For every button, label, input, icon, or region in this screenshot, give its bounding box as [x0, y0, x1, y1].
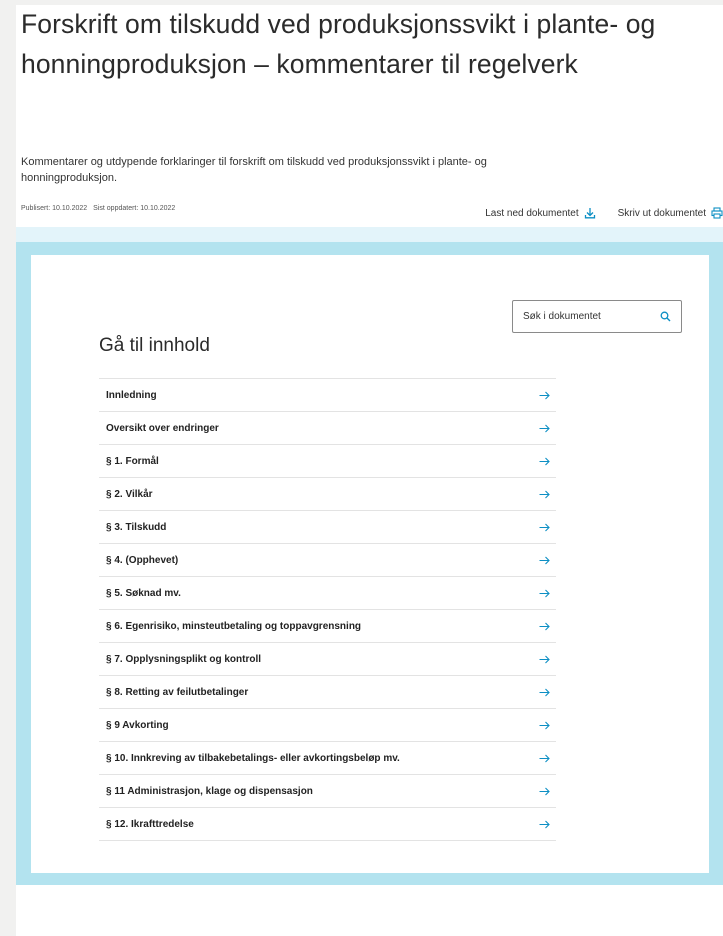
search-icon[interactable]	[660, 311, 671, 322]
page-gutter	[0, 0, 16, 936]
arrow-right-icon	[539, 589, 550, 598]
toc-item-label: § 9 Avkorting	[106, 719, 169, 731]
arrow-right-icon	[539, 754, 550, 763]
toc-item-label: § 10. Innkreving av tilbakebetalings- el…	[106, 752, 400, 764]
arrow-right-icon	[539, 424, 550, 433]
toc-heading: Gå til innhold	[99, 335, 210, 356]
toc-item[interactable]: § 10. Innkreving av tilbakebetalings- el…	[99, 742, 556, 775]
arrow-right-icon	[539, 655, 550, 664]
arrow-right-icon	[539, 721, 550, 730]
toc-item[interactable]: § 8. Retting av feilutbetalinger	[99, 676, 556, 709]
toc-item-label: Oversikt over endringer	[106, 422, 219, 434]
toc-item[interactable]: § 7. Opplysningsplikt og kontroll	[99, 643, 556, 676]
section-band	[16, 227, 723, 242]
arrow-right-icon	[539, 820, 550, 829]
print-label: Skriv ut dokumentet	[617, 207, 706, 219]
arrow-right-icon	[539, 787, 550, 796]
toc-panel-body: Gå til innhold Innledning Oversikt over …	[31, 255, 709, 873]
toc-item-label: § 1. Formål	[106, 455, 159, 467]
arrow-right-icon	[539, 556, 550, 565]
toc-item[interactable]: § 6. Egenrisiko, minsteutbetaling og top…	[99, 610, 556, 643]
arrow-right-icon	[539, 391, 550, 400]
document-actions: Last ned dokumentet Skriv ut dokumentet	[485, 206, 723, 220]
arrow-right-icon	[539, 457, 550, 466]
toc-panel: Gå til innhold Innledning Oversikt over …	[16, 242, 723, 885]
toc-item[interactable]: § 2. Vilkår	[99, 478, 556, 511]
toc-item-label: § 11 Administrasjon, klage og dispensasj…	[106, 785, 313, 797]
toc-item-label: Innledning	[106, 389, 157, 401]
toc-item[interactable]: Innledning	[99, 379, 556, 412]
toc-item-label: § 8. Retting av feilutbetalinger	[106, 686, 249, 698]
arrow-right-icon	[539, 490, 550, 499]
toc-item[interactable]: Oversikt over endringer	[99, 412, 556, 445]
toc-item-label: § 6. Egenrisiko, minsteutbetaling og top…	[106, 620, 362, 632]
toc-item-label: § 3. Tilskudd	[106, 521, 167, 533]
toc-item[interactable]: § 11 Administrasjon, klage og dispensasj…	[99, 775, 556, 808]
document-meta: Publisert: 10.10.2022 Sist oppdatert: 10.…	[21, 205, 175, 212]
toc-item[interactable]: § 4. (Opphevet)	[99, 544, 556, 577]
arrow-right-icon	[539, 688, 550, 697]
page-title: Forskrift om tilskudd ved produksjonssvi…	[21, 9, 656, 79]
arrow-right-icon	[539, 622, 550, 631]
document-search	[512, 300, 682, 333]
toc-item[interactable]: § 5. Søknad mv.	[99, 577, 556, 610]
updated-date: Sist oppdatert: 10.10.2022	[93, 205, 176, 212]
print-document-link[interactable]: Skriv ut dokumentet	[618, 206, 723, 220]
download-icon	[584, 208, 595, 219]
toc-item-label: § 2. Vilkår	[106, 488, 153, 500]
toc-item-label: § 12. Ikrafttredelse	[106, 818, 194, 830]
toc-item[interactable]: § 1. Formål	[99, 445, 556, 478]
download-document-link[interactable]: Last ned dokumentet	[485, 206, 595, 220]
toc-list: Innledning Oversikt over endringer § 1. …	[99, 378, 556, 841]
published-date: Publisert: 10.10.2022	[21, 205, 88, 212]
document-lead: Kommentarer og utdypende forklaringer ti…	[21, 156, 487, 184]
arrow-right-icon	[539, 523, 550, 532]
download-label: Last ned dokumentet	[485, 207, 579, 219]
search-input[interactable]	[523, 311, 643, 322]
toc-item[interactable]: § 9 Avkorting	[99, 709, 556, 742]
toc-item[interactable]: § 12. Ikrafttredelse	[99, 808, 556, 841]
toc-item-label: § 5. Søknad mv.	[106, 587, 181, 599]
printer-icon	[711, 207, 723, 219]
toc-item-label: § 7. Opplysningsplikt og kontroll	[106, 653, 262, 665]
toc-item-label: § 4. (Opphevet)	[106, 554, 179, 566]
toc-item[interactable]: § 3. Tilskudd	[99, 511, 556, 544]
